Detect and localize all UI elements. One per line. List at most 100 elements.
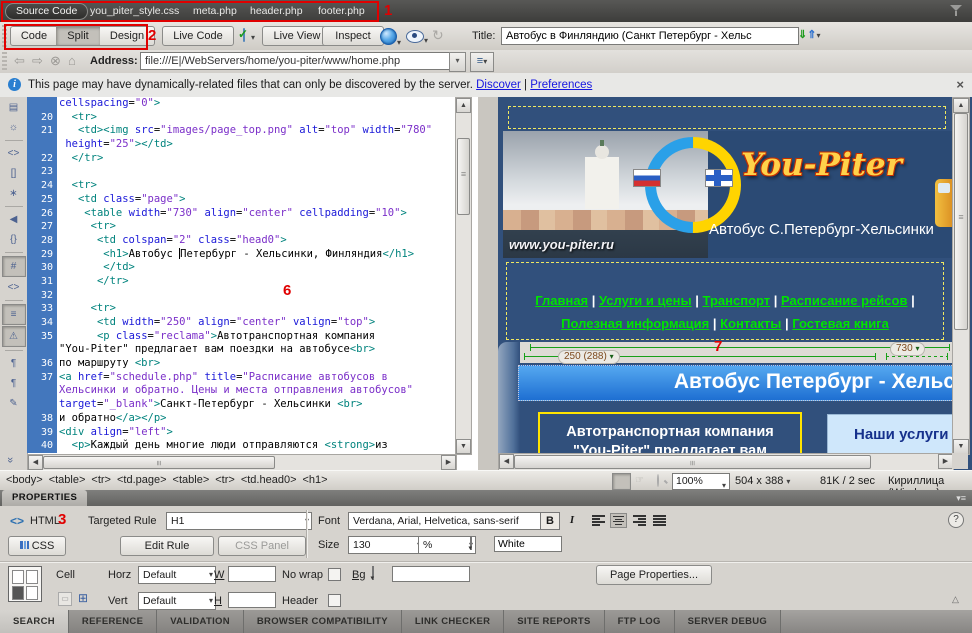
preview-in-browser-icon[interactable]: ▾ [380, 28, 401, 48]
results-tab-ftp-log[interactable]: FTP LOG [605, 610, 675, 633]
zoom-tool-icon[interactable] [649, 473, 666, 488]
tag-selector-item-5[interactable]: <table> [173, 474, 210, 486]
address-bar-grip[interactable] [2, 52, 7, 70]
code-line-25[interactable]: <td class="page"> [59, 193, 455, 207]
code-line-21[interactable]: <td><img src="images/page_top.png" alt="… [59, 124, 455, 138]
code-line-31[interactable]: </tr> [59, 275, 455, 289]
code-line-26[interactable]: <table width="730" align="center" cellpa… [59, 207, 455, 221]
tag-selector-item-1[interactable]: <body> [6, 474, 43, 486]
page-heading-banner[interactable]: Автобус Петербург - Хельсинки [518, 365, 952, 401]
code-line-20[interactable]: <tr> [59, 111, 455, 125]
code-line-33[interactable]: <tr> [59, 302, 455, 316]
code-line-24[interactable]: <tr> [59, 179, 455, 193]
code-line-wrap-22[interactable]: target="_blank">Санкт-Петербург - Хельси… [59, 398, 455, 412]
discover-link[interactable]: Discover [476, 79, 521, 91]
nav-link-1[interactable]: Главная [535, 293, 588, 308]
nav-link-7[interactable]: Гостевая книга [792, 316, 889, 331]
collapse-full-tag-icon[interactable]: <> [3, 144, 25, 163]
results-tab-search[interactable]: SEARCH [0, 610, 69, 633]
help-icon[interactable]: ? [948, 512, 964, 528]
text-color-swatch[interactable] [470, 536, 472, 550]
bold-button[interactable]: B [540, 512, 560, 530]
code-line-wrap-3[interactable]: height="25"></td> [59, 138, 455, 152]
toolbar-grip[interactable] [2, 25, 7, 47]
code-line-38[interactable]: и обратно</a></p> [59, 412, 455, 426]
address-input[interactable] [140, 52, 452, 70]
filter-related-files-icon[interactable] [950, 5, 962, 16]
format-source-code-icon[interactable]: ✎ [3, 394, 25, 413]
tag-selector[interactable]: <body> <table> <tr> <td.page> <table> <tr> <td… [6, 474, 334, 486]
split-view-button[interactable]: Split [56, 26, 101, 46]
tag-selector-item-6[interactable]: <tr> [215, 474, 235, 486]
code-line-29[interactable]: <h1>Автобус Петербург - Хельсинки, Финля… [59, 248, 455, 262]
edit-rule-button[interactable]: Edit Rule [120, 536, 214, 556]
empty-table-row-outline[interactable] [508, 106, 946, 129]
inspect-button[interactable]: Inspect [322, 26, 384, 46]
w-input[interactable] [228, 566, 276, 582]
code-line-39[interactable]: <div align="left"> [59, 426, 455, 440]
bg-color-input[interactable] [392, 566, 470, 582]
results-tab-validation[interactable]: VALIDATION [157, 610, 244, 633]
results-tab-site-reports[interactable]: SITE REPORTS [504, 610, 604, 633]
address-dropdown-icon[interactable]: ▾ [449, 52, 466, 72]
close-info-bar-icon[interactable]: × [956, 77, 964, 92]
vert-combo[interactable]: Default▾ [138, 592, 216, 610]
code-line-34[interactable]: <td width="250" align="center" valign="t… [59, 316, 455, 330]
stop-icon[interactable]: ⊗ [50, 53, 61, 69]
tab-you-piter-style-css[interactable]: you_piter_style.css [90, 4, 179, 18]
code-line-27[interactable]: <tr> [59, 220, 455, 234]
results-tab-server-debug[interactable]: SERVER DEBUG [675, 610, 781, 633]
file-management-icon[interactable]: ⇓⇑▾ [798, 28, 820, 41]
table-width-line-730[interactable] [530, 347, 950, 348]
apply-comment-icon[interactable]: ¶ [3, 354, 25, 373]
tag-selector-item-7[interactable]: <td.head0> [241, 474, 297, 486]
design-horizontal-scrollbar[interactable]: ◀ ≡ ▶ [498, 453, 954, 470]
code-view-button[interactable]: Code [10, 26, 58, 46]
site-header-image[interactable]: You-Piter Автобус С.Петербург-Хельсинки … [503, 131, 952, 258]
tag-selector-item-4[interactable]: <td.page> [117, 474, 167, 486]
site-nav-menu[interactable]: Главная | Услуги и цены | Транспорт | Ра… [506, 262, 944, 340]
remove-comment-icon[interactable]: ¶ [3, 374, 25, 393]
forward-icon[interactable]: ⇨ [32, 53, 43, 69]
header-checkbox[interactable] [328, 594, 341, 607]
collapse-selection-icon[interactable]: [] [3, 164, 25, 183]
design-canvas[interactable]: You-Piter Автобус С.Петербург-Хельсинки … [498, 97, 952, 453]
no-wrap-checkbox[interactable] [328, 568, 341, 581]
preferences-link[interactable]: Preferences [530, 79, 592, 91]
syntax-error-alerts-icon[interactable]: ⚠ [2, 326, 26, 347]
visual-aids-icon[interactable]: ▾ [406, 30, 428, 46]
code-line-wrap-0[interactable]: cellspacing="0"> [59, 97, 455, 111]
code-line-wrap-18[interactable]: "You-Piter" предлагает вам поездки на ав… [59, 343, 455, 357]
results-tab-link-checker[interactable]: LINK CHECKER [402, 610, 504, 633]
window-size-combo[interactable]: 504 x 388 ▾ [735, 475, 790, 487]
nav-link-3[interactable]: Транспорт [703, 293, 771, 308]
nav-link-6[interactable]: Контакты [720, 316, 781, 331]
nav-link-2[interactable]: Услуги и цены [599, 293, 692, 308]
collapse-coding-toolbar-icon[interactable]: » [4, 457, 16, 463]
highlight-invalid-code-icon[interactable]: <> [3, 278, 25, 297]
home-icon[interactable]: ⌂ [68, 53, 76, 69]
code-line-37[interactable]: <a href="schedule.php" title="Расписание… [59, 371, 455, 385]
tag-selector-item-3[interactable]: <tr> [91, 474, 111, 486]
code-line-23[interactable] [59, 165, 455, 179]
line-numbers-icon[interactable]: # [2, 256, 26, 277]
services-box[interactable]: Наши услуги [827, 414, 952, 453]
back-icon[interactable]: ⇦ [14, 53, 25, 69]
code-view-pane[interactable]: ▤☼<>[]∗◀{}#<>≡⚠¶¶✎ » 2021222324252627282… [0, 97, 478, 470]
text-color-input[interactable] [494, 536, 562, 552]
select-parent-tag-icon[interactable]: ◀ [3, 210, 25, 229]
code-line-35[interactable]: <p class="reclama">Автотранспортная комп… [59, 330, 455, 344]
expand-all-icon[interactable]: ∗ [3, 184, 25, 203]
html-mode-label[interactable]: HTML [30, 515, 60, 527]
promo-box[interactable]: Автотранспортная компания "You-Piter" пр… [538, 412, 802, 453]
align-center-icon[interactable] [610, 513, 627, 528]
tag-selector-item-2[interactable]: <table> [49, 474, 86, 486]
targeted-rule-combo[interactable]: H1▾ [166, 512, 312, 530]
size-combo[interactable]: 130▾ [348, 536, 424, 554]
italic-button[interactable]: I [564, 512, 580, 528]
code-line-40[interactable]: <p>Каждый день многие люди отправляются … [59, 439, 455, 453]
code-vertical-scrollbar[interactable]: ▲ ≡ ▼ [455, 97, 472, 455]
code-line-22[interactable]: </tr> [59, 152, 455, 166]
properties-tab[interactable]: PROPERTIES [2, 490, 87, 506]
tab-footer-php[interactable]: footer.php [318, 4, 365, 18]
